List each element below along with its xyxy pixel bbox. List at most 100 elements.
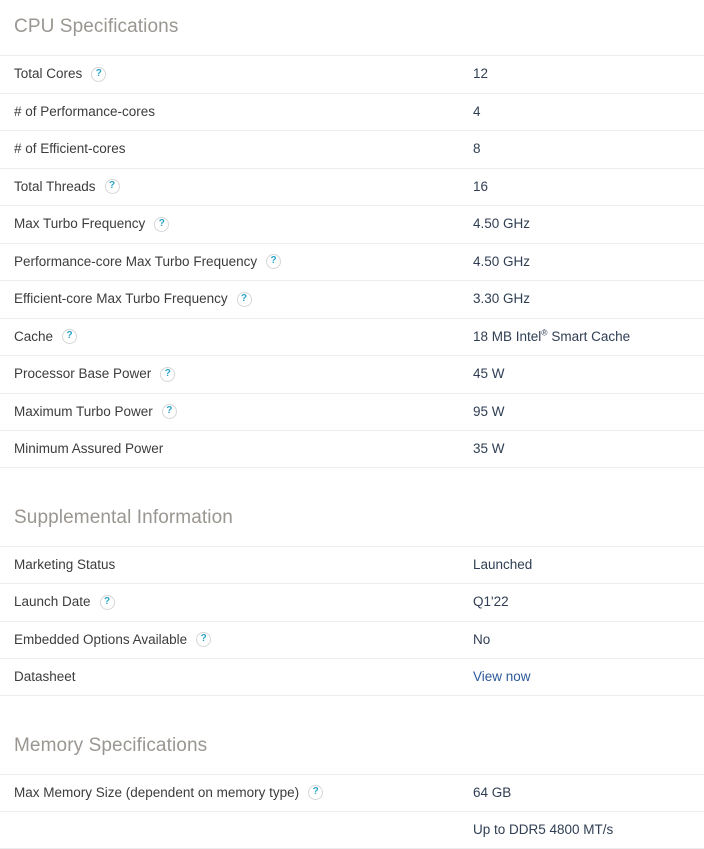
- spec-value: 8: [473, 141, 704, 157]
- help-icon-glyph: ?: [109, 181, 115, 191]
- spec-label-text: Processor Base Power: [14, 366, 151, 382]
- spec-label: Efficient-core Max Turbo Frequency?: [0, 291, 473, 307]
- help-icon-glyph: ?: [104, 597, 110, 607]
- spec-row: Up to DDR5 4800 MT/s: [0, 811, 704, 849]
- spec-label-text: Performance-core Max Turbo Frequency: [14, 254, 257, 270]
- spec-label-text: Marketing Status: [14, 557, 115, 573]
- help-icon-glyph: ?: [313, 787, 319, 797]
- spec-label-text: Efficient-core Max Turbo Frequency: [14, 291, 228, 307]
- help-icon-glyph: ?: [271, 256, 277, 266]
- help-icon-glyph: ?: [241, 294, 247, 304]
- spec-value-link[interactable]: View now: [473, 669, 704, 685]
- spec-value: 4.50 GHz: [473, 254, 704, 270]
- spec-value: 45 W: [473, 366, 704, 382]
- spec-label: Cache?: [0, 329, 473, 345]
- spec-label-text: Total Cores: [14, 66, 82, 82]
- spec-label-text: Minimum Assured Power: [14, 441, 163, 457]
- spec-row: Total Cores?12: [0, 55, 704, 93]
- spec-row: # of Performance-cores 4: [0, 93, 704, 131]
- section-heading: Memory Specifications: [0, 696, 704, 755]
- spec-sheet-page: CPU SpecificationsTotal Cores?12# of Per…: [0, 0, 704, 849]
- section-heading-spacer: [0, 36, 704, 55]
- spec-label-text: Launch Date: [14, 594, 91, 610]
- help-icon-glyph: ?: [66, 331, 72, 341]
- spec-section: CPU SpecificationsTotal Cores?12# of Per…: [0, 0, 704, 468]
- section-heading: Supplemental Information: [0, 468, 704, 527]
- spec-label-text: Datasheet: [14, 669, 76, 685]
- help-icon-glyph: ?: [96, 69, 102, 79]
- spec-row-group: Total Cores?12# of Performance-cores4# o…: [0, 55, 704, 468]
- section-heading-spacer: [0, 755, 704, 774]
- spec-label-text: Embedded Options Available: [14, 632, 187, 648]
- spec-sections: CPU SpecificationsTotal Cores?12# of Per…: [0, 0, 704, 849]
- spec-value: 64 GB: [473, 785, 704, 801]
- spec-label-text: # of Efficient-cores: [14, 141, 126, 157]
- spec-label: Marketing Status: [0, 557, 473, 573]
- spec-row: Max Turbo Frequency?4.50 GHz: [0, 205, 704, 243]
- spec-value: Q1'22: [473, 594, 704, 610]
- spec-label-text: Maximum Turbo Power: [14, 404, 153, 420]
- spec-row: Max Memory Size (dependent on memory typ…: [0, 774, 704, 812]
- help-icon-glyph: ?: [166, 406, 172, 416]
- spec-label: Max Turbo Frequency?: [0, 216, 473, 232]
- spec-value: Up to DDR5 4800 MT/s: [473, 822, 704, 838]
- spec-label: # of Efficient-cores: [0, 141, 473, 157]
- spec-row: Launch Date?Q1'22: [0, 583, 704, 621]
- spec-row: Marketing Status Launched: [0, 546, 704, 584]
- spec-value: 4: [473, 104, 704, 120]
- spec-row: Embedded Options Available? No: [0, 621, 704, 659]
- spec-label: Launch Date?: [0, 594, 473, 610]
- spec-label-text: Total Threads: [14, 179, 96, 195]
- spec-value: 12: [473, 66, 704, 82]
- help-question-icon[interactable]: ?: [160, 367, 175, 382]
- spec-label-text: Cache: [14, 329, 53, 345]
- section-heading: CPU Specifications: [0, 0, 704, 36]
- spec-row-group: Marketing StatusLaunchedLaunch Date?Q1'2…: [0, 546, 704, 696]
- spec-section: Memory Specifications Max Memory Size (de…: [0, 696, 704, 849]
- spec-label: Total Cores?: [0, 66, 473, 82]
- help-question-icon[interactable]: ?: [154, 217, 169, 232]
- help-icon-glyph: ?: [165, 369, 171, 379]
- spec-value: 4.50 GHz: [473, 216, 704, 232]
- registered-mark: ®: [541, 327, 547, 337]
- spec-row-group: Max Memory Size (dependent on memory typ…: [0, 774, 704, 849]
- spec-value: 16: [473, 179, 704, 195]
- help-question-icon[interactable]: ?: [100, 595, 115, 610]
- spec-label-text: # of Performance-cores: [14, 104, 155, 120]
- spec-label: # of Performance-cores: [0, 104, 473, 120]
- spec-section: Supplemental Information Marketing Status…: [0, 468, 704, 696]
- spec-value: No: [473, 632, 704, 648]
- section-heading-spacer: [0, 527, 704, 546]
- help-icon-glyph: ?: [159, 219, 165, 229]
- help-question-icon[interactable]: ?: [308, 785, 323, 800]
- spec-label: Performance-core Max Turbo Frequency?: [0, 254, 473, 270]
- spec-value: 35 W: [473, 441, 704, 457]
- help-question-icon[interactable]: ?: [105, 179, 120, 194]
- spec-label: Datasheet: [0, 669, 473, 685]
- spec-row: Cache?18 MB Intel® Smart Cache: [0, 318, 704, 356]
- help-question-icon[interactable]: ?: [266, 254, 281, 269]
- help-question-icon[interactable]: ?: [91, 67, 106, 82]
- spec-label-text: Max Memory Size (dependent on memory typ…: [14, 785, 299, 801]
- help-question-icon[interactable]: ?: [62, 329, 77, 344]
- spec-value: 3.30 GHz: [473, 291, 704, 307]
- spec-row: Maximum Turbo Power?95 W: [0, 393, 704, 431]
- spec-value: Launched: [473, 557, 704, 573]
- spec-row: Efficient-core Max Turbo Frequency?3.30 …: [0, 280, 704, 318]
- spec-value: 18 MB Intel® Smart Cache: [473, 329, 704, 345]
- spec-label: Minimum Assured Power: [0, 441, 473, 457]
- spec-label: Max Memory Size (dependent on memory typ…: [0, 785, 473, 801]
- spec-label: Total Threads?: [0, 179, 473, 195]
- help-question-icon[interactable]: ?: [162, 404, 177, 419]
- spec-row: Total Threads?16: [0, 168, 704, 206]
- spec-label: Maximum Turbo Power?: [0, 404, 473, 420]
- spec-row: Datasheet View now: [0, 658, 704, 696]
- spec-value: 95 W: [473, 404, 704, 420]
- help-icon-glyph: ?: [201, 634, 207, 644]
- spec-label-text: Max Turbo Frequency: [14, 216, 145, 232]
- help-question-icon[interactable]: ?: [237, 292, 252, 307]
- spec-row: # of Efficient-cores 8: [0, 130, 704, 168]
- spec-row: Minimum Assured Power 35 W: [0, 430, 704, 468]
- spec-label: Processor Base Power?: [0, 366, 473, 382]
- help-question-icon[interactable]: ?: [196, 632, 211, 647]
